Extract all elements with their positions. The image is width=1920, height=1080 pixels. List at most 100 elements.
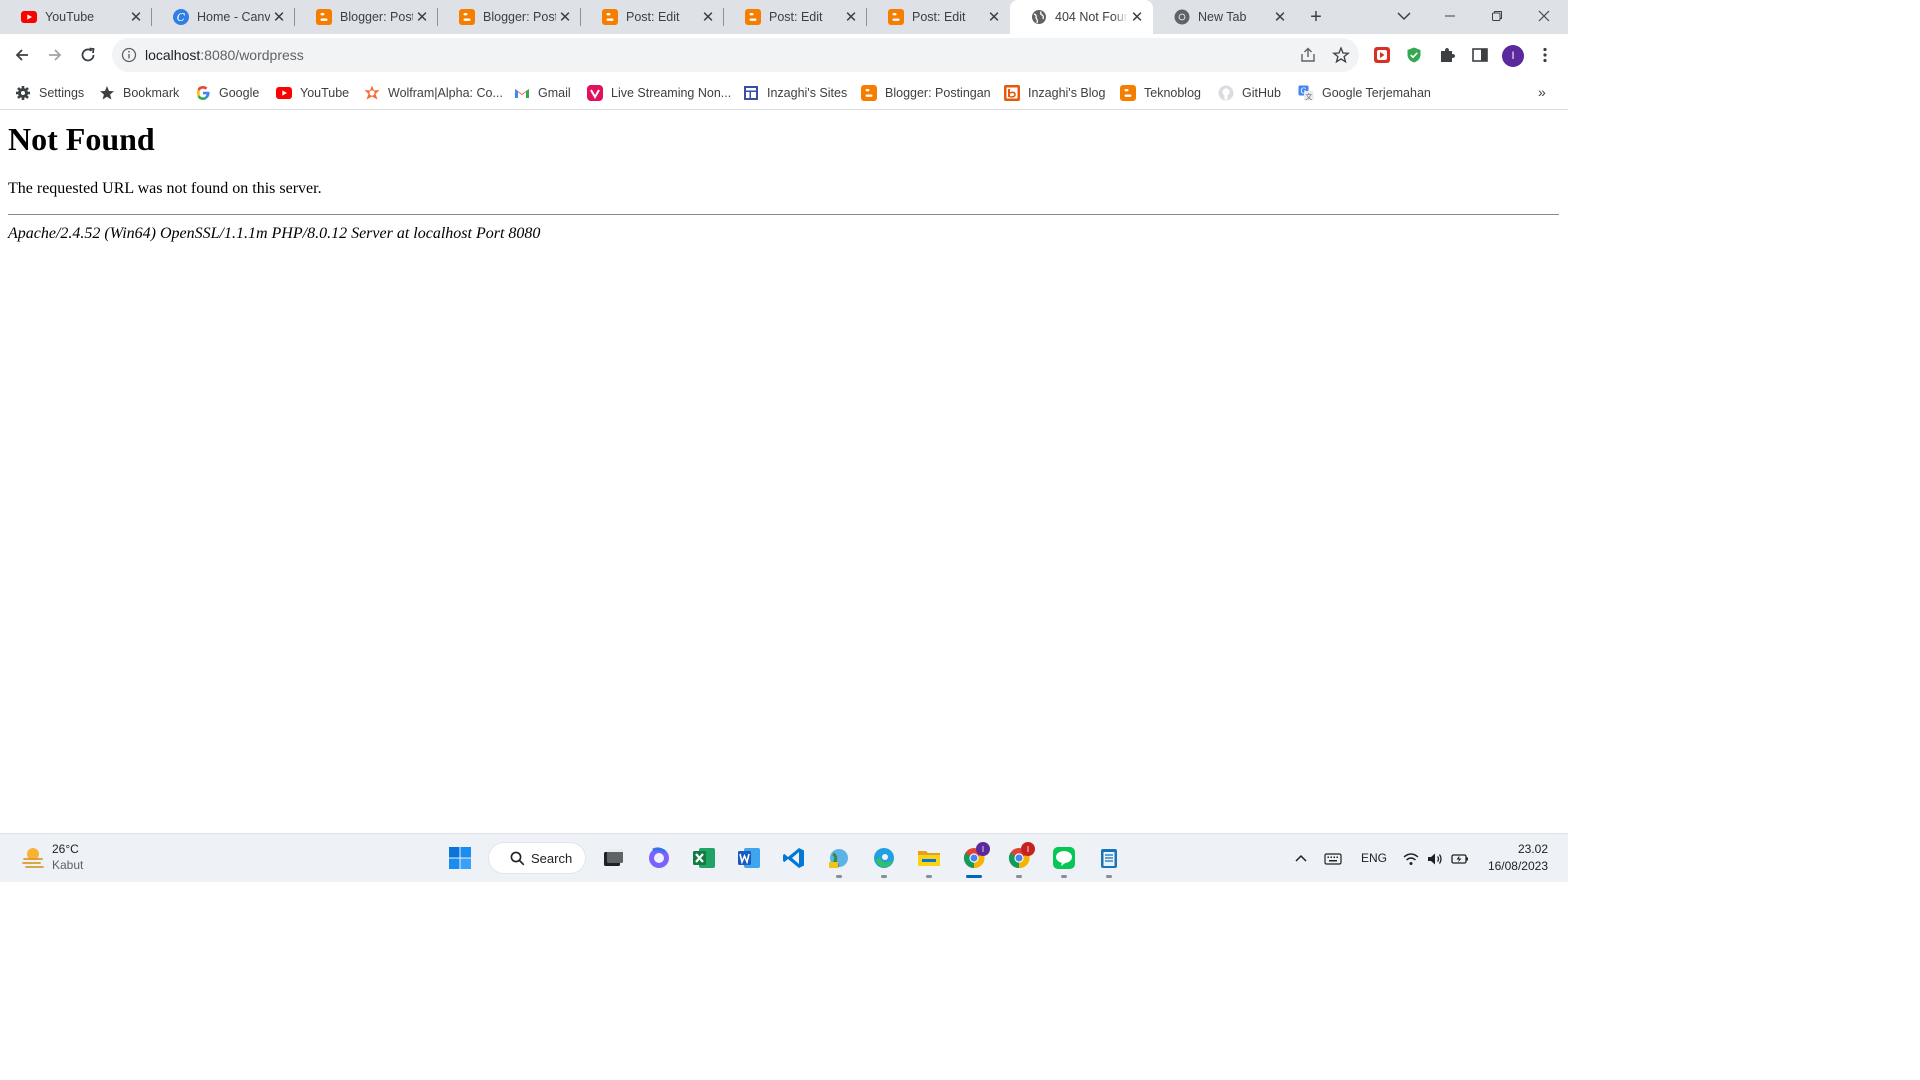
windows-taskbar: 26°C Kabut Search I I ENG 23.02 16/08/20…: [0, 833, 1568, 882]
bookmark-bookmark[interactable]: Bookmark: [99, 76, 179, 109]
tab-404-not-found[interactable]: 404 Not Found ✕: [1010, 0, 1153, 34]
bookmark-label: Inzaghi's Sites: [767, 85, 848, 100]
bookmark-label: Blogger: Postingan: [885, 85, 991, 100]
bookmark-label: GitHub: [1242, 85, 1281, 100]
bookmark-settings[interactable]: Settings: [15, 76, 84, 109]
gmail-icon: [514, 85, 530, 101]
volume-icon[interactable]: [1426, 850, 1444, 868]
close-tab-icon[interactable]: ✕: [699, 8, 717, 26]
extensions-puzzle-icon[interactable]: [1438, 46, 1456, 64]
task-view-icon[interactable]: [600, 845, 626, 871]
blogger-icon: [459, 9, 475, 25]
copilot-icon[interactable]: [646, 845, 672, 871]
close-tab-icon[interactable]: ✕: [413, 8, 431, 26]
edge-icon[interactable]: [871, 845, 897, 871]
reload-button[interactable]: [75, 42, 101, 68]
search-label: Search: [531, 850, 573, 866]
bookmark-label: Teknoblog: [1144, 85, 1201, 100]
bookmark-blogger-postingan[interactable]: Blogger: Postingan: [861, 76, 991, 109]
bookmark-youtube[interactable]: YouTube: [276, 76, 349, 109]
bookmarks-bar: Settings Bookmark Google YouTube Wolfram…: [0, 76, 1568, 110]
bookmark-label: Live Streaming Non...: [611, 85, 732, 100]
tab-title: Home - Canva: [197, 10, 270, 24]
tab-title: 404 Not Found: [1055, 10, 1128, 24]
forward-button[interactable]: [42, 42, 68, 68]
chrome-menu-icon[interactable]: [1536, 46, 1554, 64]
close-tab-icon[interactable]: ✕: [985, 8, 1003, 26]
close-tab-icon[interactable]: ✕: [270, 8, 288, 26]
bookmark-google[interactable]: Google: [195, 76, 259, 109]
canva-icon: C: [173, 9, 189, 25]
tab-new-tab[interactable]: New Tab ✕: [1153, 0, 1296, 34]
restore-button[interactable]: [1474, 0, 1520, 32]
input-language[interactable]: ENG: [1361, 851, 1387, 865]
url-text[interactable]: localhost:8080/wordpress: [145, 47, 304, 63]
new-tab-button[interactable]: +: [1305, 6, 1327, 28]
vscode-icon[interactable]: [781, 845, 807, 871]
blogger-icon: [316, 9, 332, 25]
word-icon[interactable]: [736, 845, 762, 871]
clock-date[interactable]: 16/08/2023: [1470, 859, 1548, 873]
close-tab-icon[interactable]: ✕: [1128, 8, 1146, 26]
bookmark-google-terjemahan[interactable]: G文 Google Terjemahan: [1298, 76, 1431, 109]
windows-start-icon[interactable]: [447, 845, 473, 871]
minimize-button[interactable]: [1427, 0, 1473, 32]
network-globe-icon[interactable]: [826, 845, 852, 871]
bookmark-teknoblog[interactable]: Teknoblog: [1120, 76, 1201, 109]
bookmark-inzaghis-sites[interactable]: Inzaghi's Sites: [743, 76, 847, 109]
close-tab-icon[interactable]: ✕: [842, 8, 860, 26]
wifi-icon[interactable]: [1402, 850, 1420, 868]
notepad-icon[interactable]: [1096, 845, 1122, 871]
bookmark-vidio[interactable]: Live Streaming Non...: [587, 76, 731, 109]
blogger-icon: [888, 9, 904, 25]
keyboard-icon[interactable]: [1324, 850, 1342, 868]
bookmark-label: Bookmark: [123, 85, 180, 100]
chevron-up-icon[interactable]: [1292, 850, 1310, 868]
bookmark-label: Inzaghi's Blog: [1028, 85, 1106, 100]
tab-youtube[interactable]: YouTube ✕: [0, 0, 152, 34]
extension-red-icon[interactable]: [1373, 46, 1391, 64]
youtube-icon: [276, 85, 292, 101]
bookmark-wolfram[interactable]: Wolfram|Alpha: Co...: [364, 76, 503, 109]
more-bookmarks-chevron-icon[interactable]: »: [1538, 84, 1546, 100]
weather-fog-icon[interactable]: [20, 844, 46, 870]
tab-post-edit[interactable]: Post: Edit ✕: [581, 0, 724, 34]
page-content: Not Found The requested URL was not foun…: [0, 111, 1568, 833]
tab-title: Post: Edit: [626, 10, 680, 24]
clock-time[interactable]: 23.02: [1490, 842, 1548, 856]
tab-post-edit-2[interactable]: Post: Edit ✕: [724, 0, 867, 34]
github-icon: [1218, 85, 1234, 101]
close-tab-icon[interactable]: ✕: [1271, 8, 1289, 26]
tab-blogger-posts[interactable]: Blogger: Posts ✕: [295, 0, 438, 34]
address-bar[interactable]: localhost:8080/wordpress: [112, 38, 1359, 72]
tab-search-chevron-icon[interactable]: [1394, 6, 1414, 26]
shield-extension-icon[interactable]: [1405, 46, 1423, 64]
tab-blogger-posts-2[interactable]: Blogger: Posts ✕: [438, 0, 581, 34]
bookmark-github[interactable]: GitHub: [1218, 76, 1281, 109]
close-tab-icon[interactable]: ✕: [127, 8, 145, 26]
tab-title: Blogger: Posts: [340, 10, 413, 24]
weather-condition[interactable]: Kabut: [52, 858, 83, 872]
translate-icon: G文: [1298, 85, 1314, 101]
tab-title: YouTube: [45, 10, 95, 24]
battery-charging-icon[interactable]: [1451, 850, 1469, 868]
star-icon: [99, 85, 115, 101]
bookmark-gmail[interactable]: Gmail: [514, 76, 571, 109]
error-message: The requested URL was not found on this …: [8, 180, 322, 197]
site-info-icon[interactable]: [121, 47, 137, 63]
close-window-button[interactable]: [1521, 0, 1567, 32]
taskbar-search-button[interactable]: Search: [488, 842, 586, 874]
bookmark-inzaghis-blog[interactable]: Inzaghi's Blog: [1004, 76, 1105, 109]
tab-canva[interactable]: C Home - Canva ✕: [152, 0, 295, 34]
profile-avatar[interactable]: I: [1502, 45, 1524, 67]
weather-temperature[interactable]: 26°C: [52, 842, 79, 856]
side-panel-icon[interactable]: [1471, 46, 1489, 64]
line-icon[interactable]: [1051, 845, 1077, 871]
share-icon[interactable]: [1299, 46, 1317, 64]
close-tab-icon[interactable]: ✕: [556, 8, 574, 26]
bookmark-star-icon[interactable]: [1332, 46, 1350, 64]
file-explorer-icon[interactable]: [916, 845, 942, 871]
excel-icon[interactable]: [691, 845, 717, 871]
tab-post-edit-3[interactable]: Post: Edit ✕: [867, 0, 1010, 34]
back-button[interactable]: [9, 42, 35, 68]
